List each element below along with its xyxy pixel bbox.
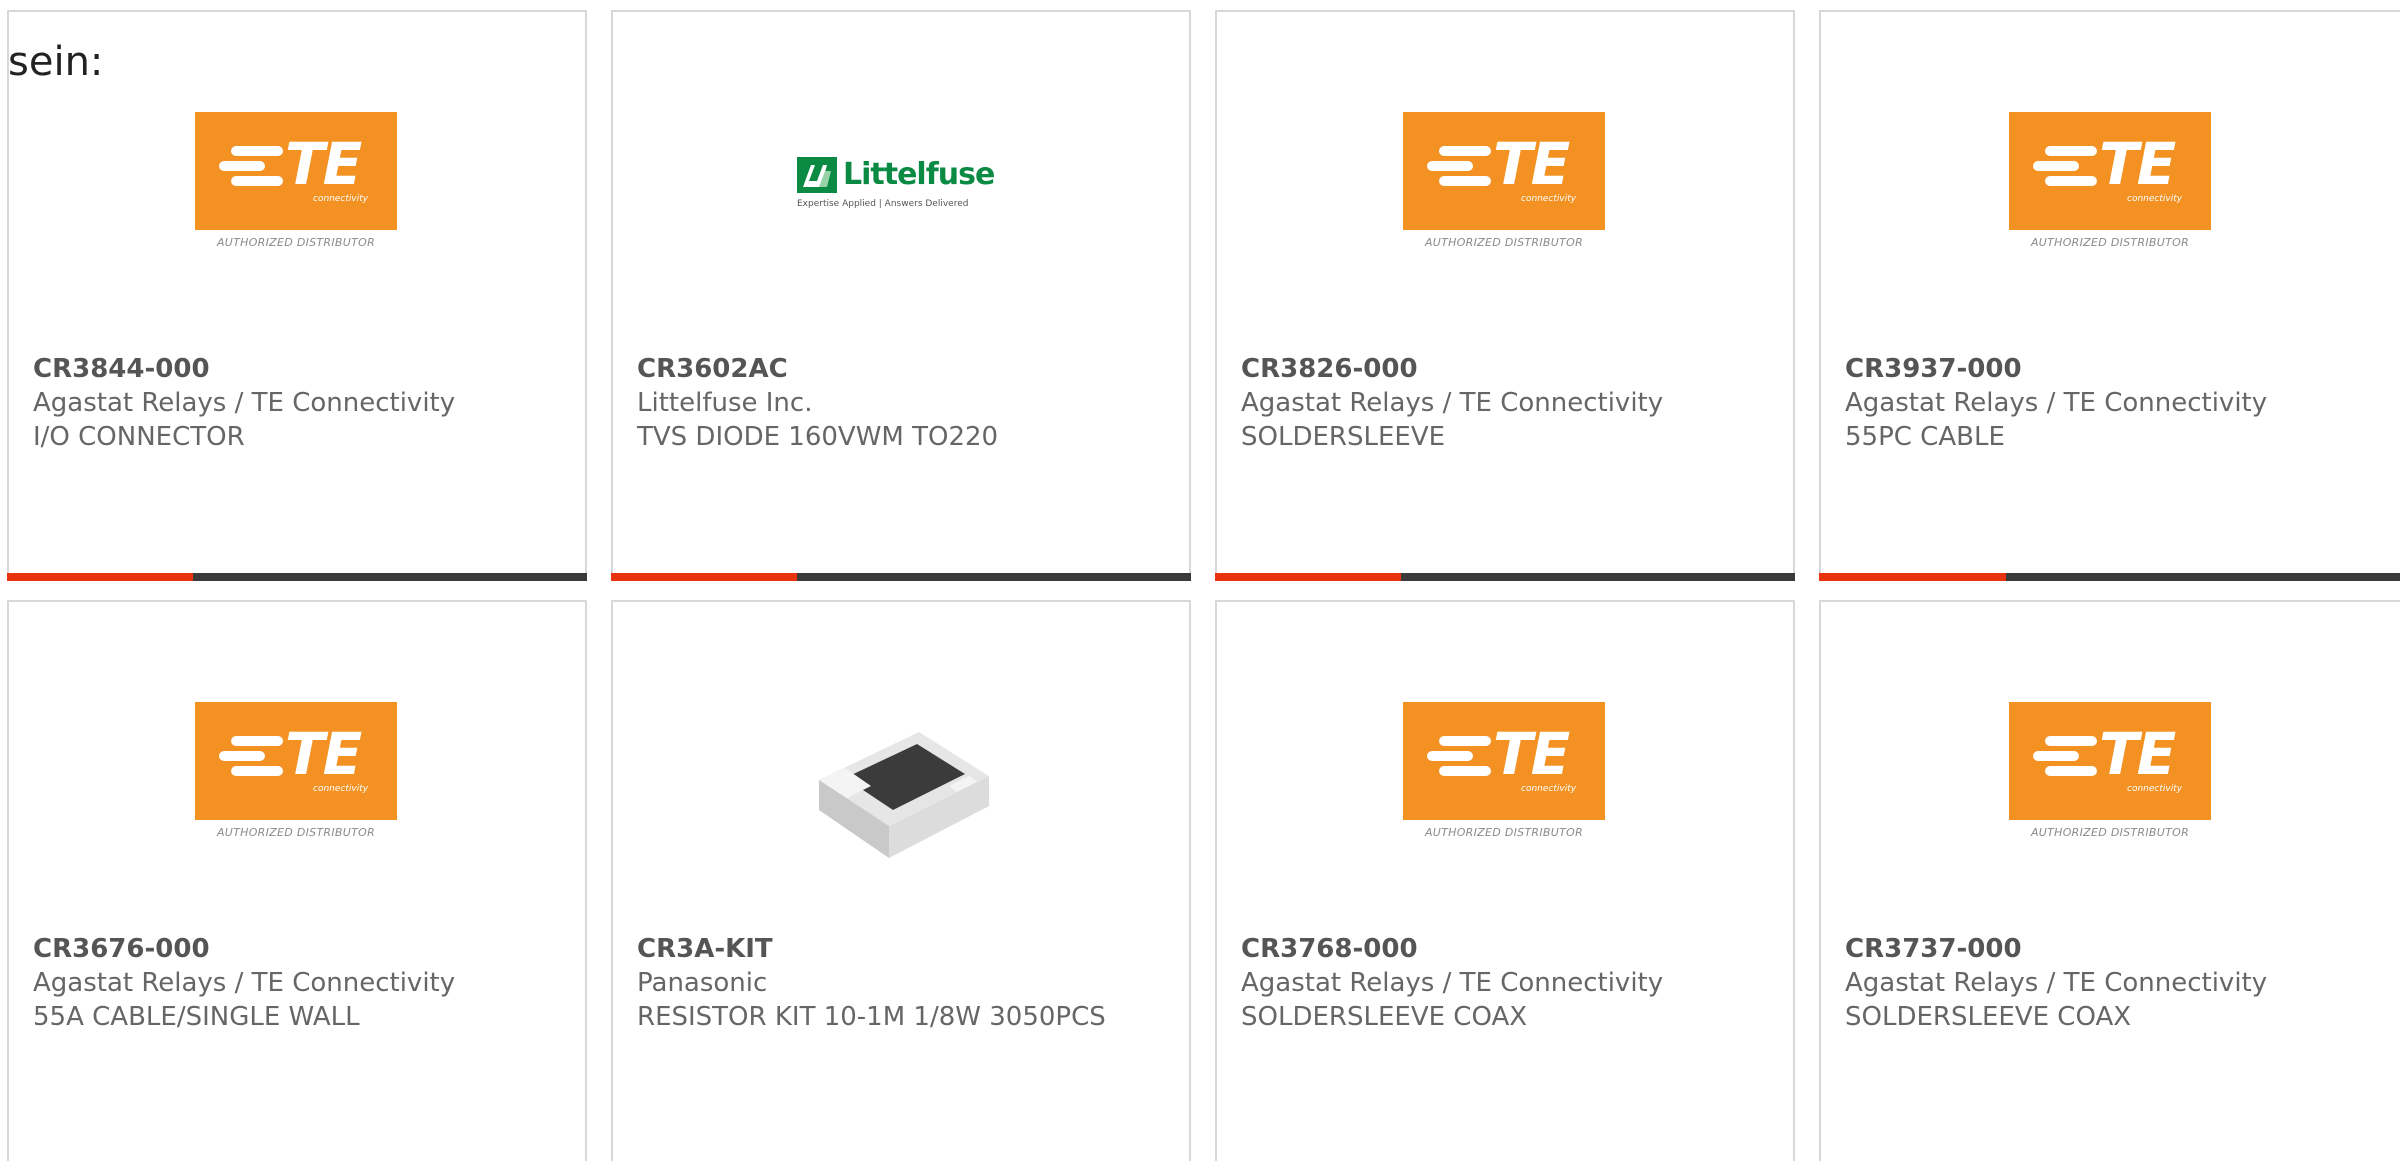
product-card[interactable]: TE connectivity AUTHORIZED DISTRIBUTOR C… bbox=[1819, 600, 2400, 1161]
manufacturer: Agastat Relays / TE Connectivity bbox=[1241, 388, 1664, 418]
te-connectivity-logo: TE connectivity AUTHORIZED DISTRIBUTOR bbox=[2009, 702, 2213, 847]
description: SOLDERSLEEVE COAX bbox=[1845, 1002, 2132, 1032]
product-card[interactable]: CR3A-KIT Panasonic RESISTOR KIT 10-1M 1/… bbox=[611, 600, 1191, 1161]
product-card[interactable]: TE connectivity AUTHORIZED DISTRIBUTOR C… bbox=[7, 10, 587, 581]
te-connectivity-logo: TE connectivity AUTHORIZED DISTRIBUTOR bbox=[1403, 112, 1607, 257]
description: 55A CABLE/SINGLE WALL bbox=[33, 1002, 360, 1032]
manufacturer: Agastat Relays / TE Connectivity bbox=[33, 968, 456, 998]
product-card[interactable]: TE connectivity AUTHORIZED DISTRIBUTOR C… bbox=[7, 600, 587, 1161]
description: I/O CONNECTOR bbox=[33, 422, 245, 452]
manufacturer: Agastat Relays / TE Connectivity bbox=[1241, 968, 1664, 998]
product-grid-page: sein: TE connectivity AUTHORIZED DISTRIB… bbox=[0, 0, 2400, 1161]
part-number[interactable]: CR3768-000 bbox=[1241, 932, 1773, 966]
description: SOLDERSLEEVE COAX bbox=[1241, 1002, 1528, 1032]
littelfuse-logo: Littelfuse Expertise Applied | Answers D… bbox=[797, 157, 995, 209]
resistor-chip-image bbox=[799, 702, 1003, 902]
part-number[interactable]: CR3844-000 bbox=[33, 352, 565, 386]
te-connectivity-logo: TE connectivity AUTHORIZED DISTRIBUTOR bbox=[1403, 702, 1607, 847]
progress-bar bbox=[1819, 573, 2400, 581]
part-number[interactable]: CR3602AC bbox=[637, 352, 1169, 386]
manufacturer: Panasonic bbox=[637, 968, 768, 998]
manufacturer: Agastat Relays / TE Connectivity bbox=[1845, 968, 2268, 998]
manufacturer: Littelfuse Inc. bbox=[637, 388, 813, 418]
manufacturer: Agastat Relays / TE Connectivity bbox=[33, 388, 456, 418]
description: 55PC CABLE bbox=[1845, 422, 2005, 452]
part-number[interactable]: CR3A-KIT bbox=[637, 932, 1169, 966]
manufacturer: Agastat Relays / TE Connectivity bbox=[1845, 388, 2268, 418]
te-connectivity-logo: TE connectivity AUTHORIZED DISTRIBUTOR bbox=[195, 112, 399, 257]
product-card[interactable]: TE connectivity AUTHORIZED DISTRIBUTOR C… bbox=[1819, 10, 2400, 581]
part-number[interactable]: CR3737-000 bbox=[1845, 932, 2381, 966]
te-connectivity-logo: TE connectivity AUTHORIZED DISTRIBUTOR bbox=[195, 702, 399, 847]
progress-bar bbox=[611, 573, 1191, 581]
te-connectivity-logo: TE connectivity AUTHORIZED DISTRIBUTOR bbox=[2009, 112, 2213, 257]
progress-bar bbox=[1215, 573, 1795, 581]
product-card[interactable]: Littelfuse Expertise Applied | Answers D… bbox=[611, 10, 1191, 581]
part-number[interactable]: CR3676-000 bbox=[33, 932, 565, 966]
section-heading: sein: bbox=[8, 39, 104, 85]
description: SOLDERSLEEVE bbox=[1241, 422, 1446, 452]
part-number[interactable]: CR3826-000 bbox=[1241, 352, 1773, 386]
part-number[interactable]: CR3937-000 bbox=[1845, 352, 2381, 386]
product-card[interactable]: TE connectivity AUTHORIZED DISTRIBUTOR C… bbox=[1215, 10, 1795, 581]
description: RESISTOR KIT 10-1M 1/8W 3050PCS bbox=[637, 1002, 1106, 1032]
description: TVS DIODE 160VWM TO220 bbox=[637, 422, 999, 452]
product-card[interactable]: TE connectivity AUTHORIZED DISTRIBUTOR C… bbox=[1215, 600, 1795, 1161]
progress-bar bbox=[7, 573, 587, 581]
